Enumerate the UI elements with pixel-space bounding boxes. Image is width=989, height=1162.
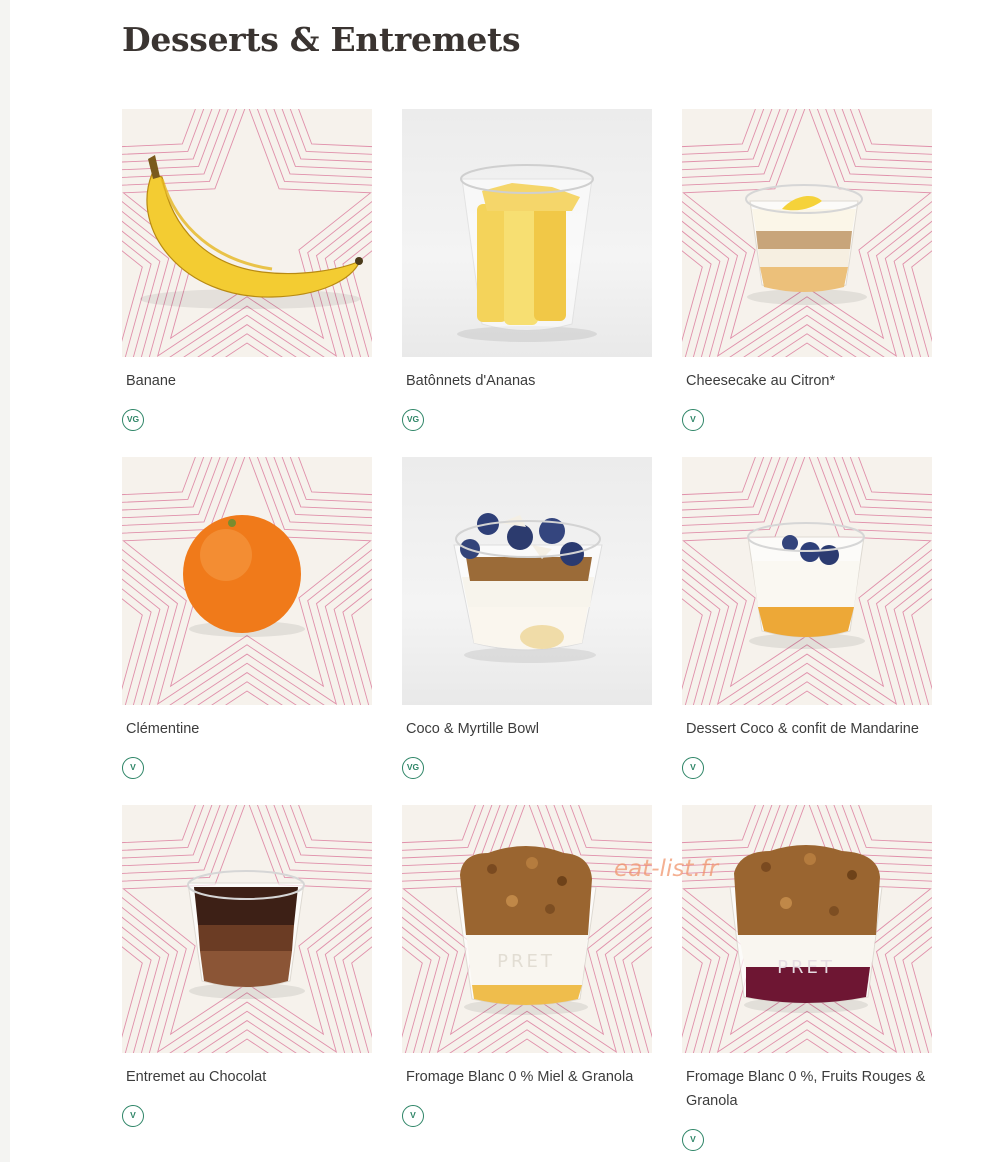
product-name[interactable]: Dessert Coco & confit de Mandarine [686, 717, 948, 741]
lemon-cheesecake-image [745, 184, 867, 305]
product-name[interactable]: Cheesecake au Citron* [686, 369, 948, 393]
vegetarian-badge: V [122, 1105, 144, 1127]
product-card-coco-myrtille-bowl[interactable]: Coco & Myrtille Bowl VG [402, 457, 652, 779]
product-image-chocolate[interactable] [122, 805, 372, 1053]
fromage-blanc-red-fruits-granola-image: PRET [729, 845, 883, 1013]
fromage-blanc-honey-granola-image: PRET [455, 846, 597, 1015]
vegan-badge: VG [402, 409, 424, 431]
vegetarian-badge: V [682, 1129, 704, 1151]
product-image-fromage-blanc-miel[interactable]: PRET [402, 805, 652, 1053]
product-name[interactable]: Clémentine [126, 717, 388, 741]
watermark-text: eat-list.fr [614, 856, 719, 882]
product-image-clementine[interactable] [122, 457, 372, 705]
coconut-blueberry-bowl-image [453, 513, 603, 663]
product-card-dessert-coco-mandarine[interactable]: Dessert Coco & confit de Mandarine V [682, 457, 932, 779]
vegetarian-badge: V [402, 1105, 424, 1127]
product-image-coco-bowl[interactable] [402, 457, 652, 705]
product-image-pineapple[interactable] [402, 109, 652, 357]
vegan-badge: VG [402, 757, 424, 779]
product-name[interactable]: Banane [126, 369, 388, 393]
pineapple-cup-image [457, 164, 597, 342]
svg-text:PRET: PRET [497, 951, 555, 972]
product-name[interactable]: Fromage Blanc 0 %, Fruits Rouges & Grano… [686, 1065, 948, 1113]
product-card-batonnets-ananas[interactable]: Batônnets d'Ananas VG [402, 109, 652, 431]
product-name[interactable]: Entremet au Chocolat [126, 1065, 388, 1089]
product-card-clementine[interactable]: Clémentine V [122, 457, 372, 779]
chocolate-dessert-image [187, 870, 305, 999]
product-name[interactable]: Fromage Blanc 0 % Miel & Granola [406, 1065, 668, 1089]
product-name[interactable]: Batônnets d'Ananas [406, 369, 668, 393]
product-card-fromage-blanc-fruits-rouges[interactable]: PRET Fromage Blanc 0 %, Fruits Rouges & … [682, 805, 932, 1151]
vegetarian-badge: V [682, 409, 704, 431]
product-image-cheesecake[interactable] [682, 109, 932, 357]
product-image-coco-mandarine[interactable] [682, 457, 932, 705]
product-card-fromage-blanc-miel[interactable]: PRET Fromage Blanc 0 % Miel & Granola V [402, 805, 652, 1127]
product-name[interactable]: Coco & Myrtille Bowl [406, 717, 668, 741]
clementine-image [183, 515, 305, 637]
product-image-banana[interactable] [122, 109, 372, 357]
coconut-mandarin-dessert-image [747, 522, 865, 649]
banana-image [140, 155, 363, 309]
section-title: Desserts & Entremets [122, 20, 521, 59]
product-image-fromage-blanc-fruits-rouges[interactable]: PRET [682, 805, 932, 1053]
vegan-badge: VG [122, 409, 144, 431]
vegetarian-badge: V [122, 757, 144, 779]
product-card-entremet-chocolat[interactable]: Entremet au Chocolat V [122, 805, 372, 1127]
vegetarian-badge: V [682, 757, 704, 779]
svg-text:PRET: PRET [777, 957, 835, 978]
product-card-banane[interactable]: Banane VG [122, 109, 372, 431]
page-left-edge [0, 0, 10, 1162]
product-card-cheesecake-citron[interactable]: Cheesecake au Citron* V [682, 109, 932, 431]
